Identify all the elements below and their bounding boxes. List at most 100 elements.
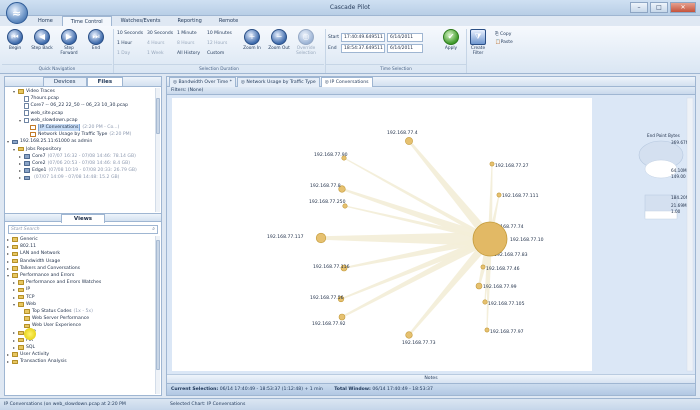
views-scrollbar[interactable] [155,236,160,394]
duration-custom-button[interactable]: Custom [207,51,224,56]
end-button[interactable]: ⏭ End [85,29,107,51]
graph-node[interactable] [475,282,483,290]
minimize-button[interactable]: – [630,2,648,13]
duration-10-minutes-button[interactable]: 10 Minutes [207,31,232,36]
duration-1-day-button[interactable]: 1 Day [117,51,130,56]
doc-tab-ip-conversations[interactable]: ◎ IP Conversations [320,77,373,87]
tree-item[interactable]: Network Usage by Traffic Type (2:20 PM) [7,131,153,138]
graph-node[interactable] [405,137,413,145]
tree-item-detail: (07/06 20:53 - 07/08 14:46: 8.4 GB) [47,160,131,166]
doc-tab-network-usage-by-traffic-type[interactable]: ◎ Network Usage by Traffic Type [236,77,320,87]
graph-node[interactable] [338,313,346,321]
views-scrollbar-thumb[interactable] [156,240,160,370]
graph-node[interactable] [484,327,490,333]
views-tab[interactable]: Views [60,214,106,223]
status-bar: IP Conversations (on web_slowdown.pcap a… [0,398,700,410]
graph-node[interactable] [405,331,413,339]
create-filter-button[interactable]: ⧩ Create Filter [466,29,490,56]
application-menu-button[interactable]: ≈ [6,2,28,24]
tree-item[interactable]: Core7 -- 06_22 22_50 -- 06_23 10_30.pcap [7,102,153,109]
doc-tab-label: IP Conversations [330,80,369,85]
tree-item[interactable]: ▸ Core2 (07/06 20:53 - 07/08 14:46: 8.4 GB… [7,160,153,167]
override-selection-button[interactable]: ◎ Override Selection [294,29,318,56]
files-scrollbar[interactable] [155,88,160,212]
zoom-in-button[interactable]: + Zoom In [240,29,264,51]
search-icon[interactable]: ⌕ [152,226,155,233]
maximize-button[interactable]: □ [650,2,668,13]
notes-bar[interactable]: Notes [167,374,695,383]
tree-item[interactable]: ▸ IP [7,286,153,293]
graph-node[interactable] [496,192,502,198]
end-date-field[interactable]: 6/14/2011 [387,44,423,53]
files-scrollbar-thumb[interactable] [156,98,160,134]
tree-item[interactable]: web_site.pcap [7,110,153,117]
tree-item[interactable]: ▸ LAN and Network [7,250,153,257]
paste-button[interactable]: 📋Paste [495,40,513,45]
start-date-field[interactable]: 6/14/2011 [387,33,423,42]
tree-item[interactable]: ▸ Transaction Analysis [7,358,153,365]
tree-item[interactable]: ▾ Performance and Errors [7,272,153,279]
chart-scrollbar[interactable] [686,97,694,372]
graph-node[interactable] [315,232,327,244]
ip-conversations-chart[interactable]: 192.168.77.4 192.168.77.27 192.168.77.111 1… [167,95,695,374]
apply-button[interactable]: ✔ Apply [440,29,462,51]
tree-item[interactable]: ▸ SQL [7,344,153,351]
graph-node[interactable] [480,264,486,270]
tab-devices[interactable]: Devices [42,77,87,86]
duration-4-hours-button[interactable]: 4 Hours [147,41,164,46]
step-back-button[interactable]: ◀ Step Back [31,29,53,51]
folder-icon [18,280,24,285]
duration-30-seconds-button[interactable]: 30 Seconds [147,31,173,36]
tree-item[interactable]: ▾ Web [7,301,153,308]
tree-item[interactable]: ▸ Core7 (07/07 16:32 - 07/08 14:46: 78.14 … [7,153,153,160]
tree-item[interactable]: ▸ (07/07 14:09 - 07/08 14:48: 15.2 GB) [7,174,153,181]
tree-item[interactable]: ▸ Talkers and Conversations [7,265,153,272]
tree-item[interactable]: ▾ 192.168.25.11:61000 as admin [7,138,153,145]
folder-icon [12,266,18,271]
tree-item[interactable]: ▸ TCP [7,294,153,301]
tree-item[interactable]: IP Conversations (2:20 PM - Co...) [7,123,153,132]
tree-item[interactable]: Web Server Performance [7,315,153,322]
duration-1-hour-button[interactable]: 1 Hour [117,41,132,46]
tree-item[interactable]: ▸ Performance and Errors Watches [7,279,153,286]
tree-item[interactable]: ▾ Jobs Repository [7,146,153,153]
duration-12-hours-button[interactable]: 12 Hours [207,41,227,46]
tree-item[interactable]: ▸ Bandwidth Usage [7,258,153,265]
tab-files[interactable]: Files [86,77,124,86]
begin-button[interactable]: ⏮ Begin [4,29,26,51]
file-icon [24,96,29,102]
tree-item[interactable]: ▾ web_slowdown.pcap [7,117,153,124]
duration-1-week-button[interactable]: 1 Week [147,51,164,56]
graph-node[interactable] [482,299,488,305]
duration-1-minute-button[interactable]: 1 Minute [177,31,197,36]
tree-item[interactable]: ▸ User Activity [7,351,153,358]
graph-center-node[interactable] [472,221,508,257]
tree-item[interactable]: ▾ Video Traces [7,88,153,95]
tree-item[interactable]: 7hours.pcap [7,95,153,102]
zoom-out-button[interactable]: − Zoom Out [267,29,291,51]
files-tree: ▾ Video Traces 7hours.pcap Core7 -- 06_22 2… [7,88,153,181]
close-button[interactable]: ✕ [670,2,696,13]
start-time-field[interactable]: 17:40:49.649511 [341,33,385,42]
node-label: 192.168.77.27 [495,163,529,169]
copy-button[interactable]: ⎘ Copy [495,31,511,37]
legend-title: End Point Bytes [647,133,680,138]
graph-node[interactable] [489,161,495,167]
current-selection-label: Current Selection: [171,387,219,392]
tree-item[interactable]: ▸ Edge1 (07/08 10:19 - 07/08 20:33: 26.79 … [7,167,153,174]
tree-item[interactable]: Top Status Codes (1x - 5x) [7,308,153,315]
end-time-field[interactable]: 18:54:37.649511 [341,44,385,53]
total-window-value: 06/14 17:40:49 - 18:53:37 [372,387,433,392]
tree-item[interactable]: ▸ Generic [7,236,153,243]
plot-canvas[interactable] [172,98,592,371]
views-search-input[interactable]: Start Search ⌕ [8,225,158,234]
tree-item[interactable]: ▸ 802.11 [7,243,153,250]
step-forward-button[interactable]: ▶ Step Forward [58,29,80,56]
doc-tab-bandwidth-over-time[interactable]: ◎ Bandwidth Over Time * [169,77,236,87]
end-icon: ⏭ [88,29,104,45]
duration-all-history-button[interactable]: All History [177,51,200,56]
conversation-graph[interactable]: 192.168.77.4 192.168.77.27 192.168.77.111 1… [167,95,695,374]
folder-icon [18,302,24,307]
duration-8-hours-button[interactable]: 8 Hours [177,41,194,46]
duration-10-seconds-button[interactable]: 10 Seconds [117,31,143,36]
